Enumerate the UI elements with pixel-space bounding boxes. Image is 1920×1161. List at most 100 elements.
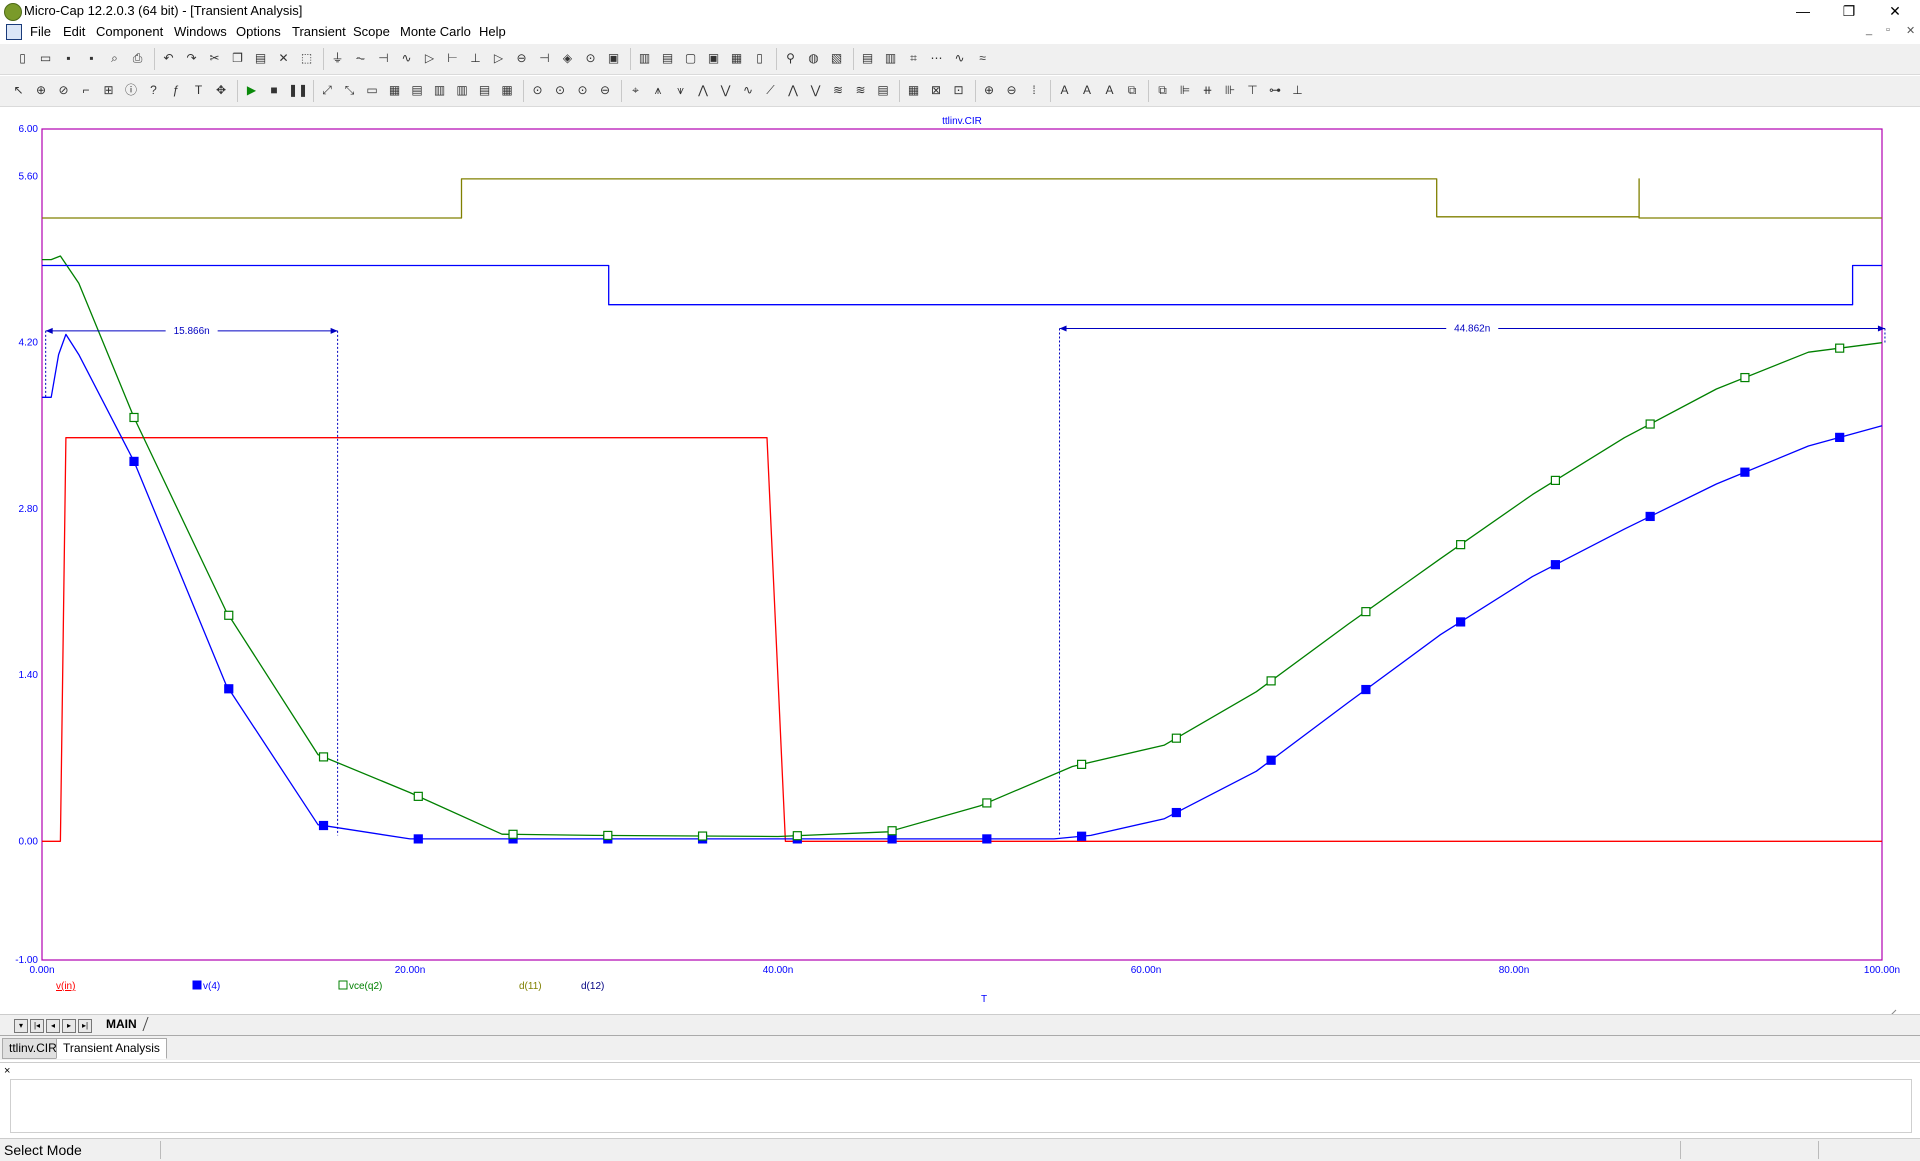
nmos-icon[interactable]: ⊥ xyxy=(467,50,484,67)
align-left-icon[interactable]: ⊫ xyxy=(1177,82,1194,99)
npn-icon[interactable]: ⊢ xyxy=(444,50,461,67)
tile-h-icon[interactable]: ▥ xyxy=(636,50,653,67)
run-icon[interactable]: ▶ xyxy=(243,82,260,99)
diode-icon[interactable]: ▷ xyxy=(421,50,438,67)
tile-v-icon[interactable]: ▤ xyxy=(659,50,676,67)
front-icon[interactable]: ⧉ xyxy=(1124,82,1141,99)
open-file-icon[interactable]: ▭ xyxy=(37,50,54,67)
chart[interactable]: ttlinv.CIR6.005.604.202.801.400.00-1.000… xyxy=(0,107,1920,1032)
probe-icon[interactable]: ⚲ xyxy=(782,50,799,67)
globe-icon[interactable]: ◍ xyxy=(805,50,822,67)
analysis-icon[interactable]: ▧ xyxy=(828,50,845,67)
scale-icon[interactable]: ⤢ xyxy=(319,82,336,99)
battery-icon[interactable]: ⊣ xyxy=(536,50,553,67)
undo-icon[interactable]: ↶ xyxy=(160,50,177,67)
minimize-button[interactable]: — xyxy=(1780,0,1826,22)
source-icon[interactable]: ⊖ xyxy=(513,50,530,67)
inductor-icon[interactable]: ∿ xyxy=(398,50,415,67)
next-tab-icon[interactable]: ▸ xyxy=(62,1019,76,1033)
pick-icon[interactable]: ✥ xyxy=(213,82,230,99)
global-low-icon[interactable]: ⋁ xyxy=(807,82,824,99)
align-top-icon[interactable]: ⊤ xyxy=(1244,82,1261,99)
global-high-icon[interactable]: ⋀ xyxy=(785,82,802,99)
document-icon[interactable] xyxy=(6,24,22,40)
output-close-icon[interactable]: × xyxy=(4,1065,10,1077)
tab-ttlinv-cir[interactable]: ttlinv.CIR xyxy=(2,1038,64,1059)
fit-icon[interactable]: ⊡ xyxy=(950,82,967,99)
plot-icon[interactable]: ∿ xyxy=(951,50,968,67)
func-icon[interactable]: ƒ xyxy=(168,82,185,99)
capacitor-icon[interactable]: ⊣ xyxy=(375,50,392,67)
ac-source-icon[interactable]: ⊙ xyxy=(582,50,599,67)
valley-icon[interactable]: ⩛ xyxy=(672,82,689,99)
save-all-icon[interactable]: ▪ xyxy=(83,50,100,67)
plot-area[interactable]: ttlinv.CIR 6.00 5.60 4.20 2.80 1.40 0.00 -1.00 0… xyxy=(0,107,1920,1032)
menu-options[interactable]: Options xyxy=(236,24,281,39)
step-icon[interactable]: ▥ xyxy=(882,50,899,67)
menu-scope[interactable]: Scope xyxy=(353,24,390,39)
zoom-w-icon[interactable]: ⊖ xyxy=(597,82,614,99)
last-tab-icon[interactable]: ▸| xyxy=(78,1019,92,1033)
cut-icon[interactable]: ✂ xyxy=(206,50,223,67)
node-icon[interactable]: ◈ xyxy=(559,50,576,67)
save-icon[interactable]: ▪ xyxy=(60,50,77,67)
menu-edit[interactable]: Edit xyxy=(63,24,85,39)
window2-icon[interactable]: ▣ xyxy=(705,50,722,67)
select-mode-icon[interactable]: ↖ xyxy=(10,82,27,99)
help-icon[interactable]: ? xyxy=(145,82,162,99)
toggle-a-icon[interactable]: ▭ xyxy=(364,82,381,99)
page-icon[interactable]: ▯ xyxy=(751,50,768,67)
limits-icon[interactable]: ▤ xyxy=(859,50,876,67)
cursor-icon[interactable]: ⌖ xyxy=(627,82,644,99)
new-file-icon[interactable]: ▯ xyxy=(14,50,31,67)
tab-dropdown-icon[interactable]: ▾ xyxy=(14,1019,28,1033)
toggle-d-icon[interactable]: ▥ xyxy=(431,82,448,99)
back-icon[interactable]: ⧉ xyxy=(1154,82,1171,99)
table-icon[interactable]: ▦ xyxy=(905,82,922,99)
menu-component[interactable]: Component xyxy=(96,24,163,39)
menu-monte-carlo[interactable]: Monte Carlo xyxy=(400,24,471,39)
stop-icon[interactable]: ■ xyxy=(266,82,283,99)
calculator-icon[interactable]: ▦ xyxy=(728,50,745,67)
delete-icon[interactable]: ✕ xyxy=(275,50,292,67)
align-bottom-icon[interactable]: ⊥ xyxy=(1289,82,1306,99)
auto-scale-icon[interactable]: ⤡ xyxy=(341,82,358,99)
mdi-restore-button[interactable]: ▫ xyxy=(1886,24,1890,36)
align-middle-icon[interactable]: ⊶ xyxy=(1267,82,1284,99)
bounding-icon[interactable]: ⊠ xyxy=(928,82,945,99)
maximize-button[interactable]: ❐ xyxy=(1826,0,1872,22)
copy-icon[interactable]: ❐ xyxy=(229,50,246,67)
align-center-icon[interactable]: ⧺ xyxy=(1199,82,1216,99)
low-icon[interactable]: ⋁ xyxy=(717,82,734,99)
pan-icon[interactable]: ⁞ xyxy=(1026,82,1043,99)
close-button[interactable]: ✕ xyxy=(1872,0,1918,22)
wire-mode-icon[interactable]: ⌐ xyxy=(78,82,95,99)
grid-icon[interactable]: ⊞ xyxy=(100,82,117,99)
data-icon[interactable]: A xyxy=(1056,82,1073,99)
menu-windows[interactable]: Windows xyxy=(174,24,227,39)
opamp-icon[interactable]: ▷ xyxy=(490,50,507,67)
bottom-icon[interactable]: ≋ xyxy=(852,82,869,99)
first-tab-icon[interactable]: |◂ xyxy=(30,1019,44,1033)
toggle-e-icon[interactable]: ▥ xyxy=(454,82,471,99)
print-preview-icon[interactable]: ⌕ xyxy=(106,50,123,67)
top-icon[interactable]: ≋ xyxy=(830,82,847,99)
slope-icon[interactable]: ⟋ xyxy=(762,82,779,99)
text-icon[interactable]: T xyxy=(190,82,207,99)
zoom-y-icon[interactable]: ⊙ xyxy=(552,82,569,99)
wave-icon[interactable]: ≈ xyxy=(974,50,991,67)
stepping-icon[interactable]: ⋯ xyxy=(928,50,945,67)
redo-icon[interactable]: ↷ xyxy=(183,50,200,67)
window-icon[interactable]: ▢ xyxy=(682,50,699,67)
component-mode-icon[interactable]: ⊕ xyxy=(33,82,50,99)
zoom-x-icon[interactable]: ⊙ xyxy=(529,82,546,99)
menu-file[interactable]: File xyxy=(30,24,51,39)
toggle-f-icon[interactable]: ▤ xyxy=(476,82,493,99)
high-icon[interactable]: ⋀ xyxy=(695,82,712,99)
toggle-b-icon[interactable]: ▦ xyxy=(386,82,403,99)
pause-icon[interactable]: ❚❚ xyxy=(288,82,308,99)
inflection-icon[interactable]: ∿ xyxy=(740,82,757,99)
output-text-area[interactable] xyxy=(10,1079,1912,1133)
zoom-out-icon[interactable]: ⊖ xyxy=(1003,82,1020,99)
select-all-icon[interactable]: ⬚ xyxy=(298,50,315,67)
